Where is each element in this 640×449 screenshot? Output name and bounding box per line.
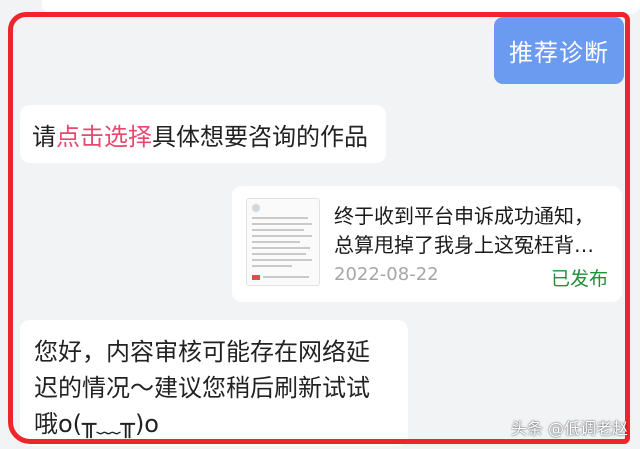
work-card[interactable]: 终于收到平台申诉成功通知， 总算甩掉了我身上这冤枉背… 2022-08-22 已… <box>232 186 622 302</box>
work-title-line-2: 总算甩掉了我身上这冤枉背… <box>334 233 594 257</box>
select-work-prompt-bubble: 请点击选择 具体想要咨询的作品 <box>20 105 386 163</box>
work-title-line-1: 终于收到平台申诉成功通知， <box>334 204 594 228</box>
thumbnail-avatar-icon <box>252 204 260 212</box>
work-status-badge: 已发布 <box>550 268 608 290</box>
work-title: 终于收到平台申诉成功通知， 总算甩掉了我身上这冤枉背… <box>334 202 616 260</box>
recommend-diagnosis-label: 推荐诊断 <box>509 39 609 67</box>
recommend-diagnosis-button[interactable]: 推荐诊断 <box>494 17 624 84</box>
reply-message-bubble: 您好，内容审核可能存在网络延 迟的情况～建议您稍后刷新试试 哦o(╥﹏╥)o <box>20 320 408 446</box>
prompt-text-after: 具体想要咨询的作品 <box>152 122 368 151</box>
reply-line-1: 您好，内容审核可能存在网络延 <box>34 338 370 366</box>
click-select-link[interactable]: 点击选择 <box>56 117 152 152</box>
work-date: 2022-08-22 <box>334 264 439 285</box>
reply-line-3: 哦o(╥﹏╥)o <box>34 410 159 438</box>
previous-message-bubble <box>42 0 640 14</box>
watermark: 头条 @低调老赵 <box>510 419 628 438</box>
prompt-text-before: 请 <box>32 122 56 151</box>
work-thumbnail <box>246 198 320 286</box>
thumbnail-tag-icon <box>252 275 260 280</box>
reply-line-2: 迟的情况～建议您稍后刷新试试 <box>34 374 370 402</box>
